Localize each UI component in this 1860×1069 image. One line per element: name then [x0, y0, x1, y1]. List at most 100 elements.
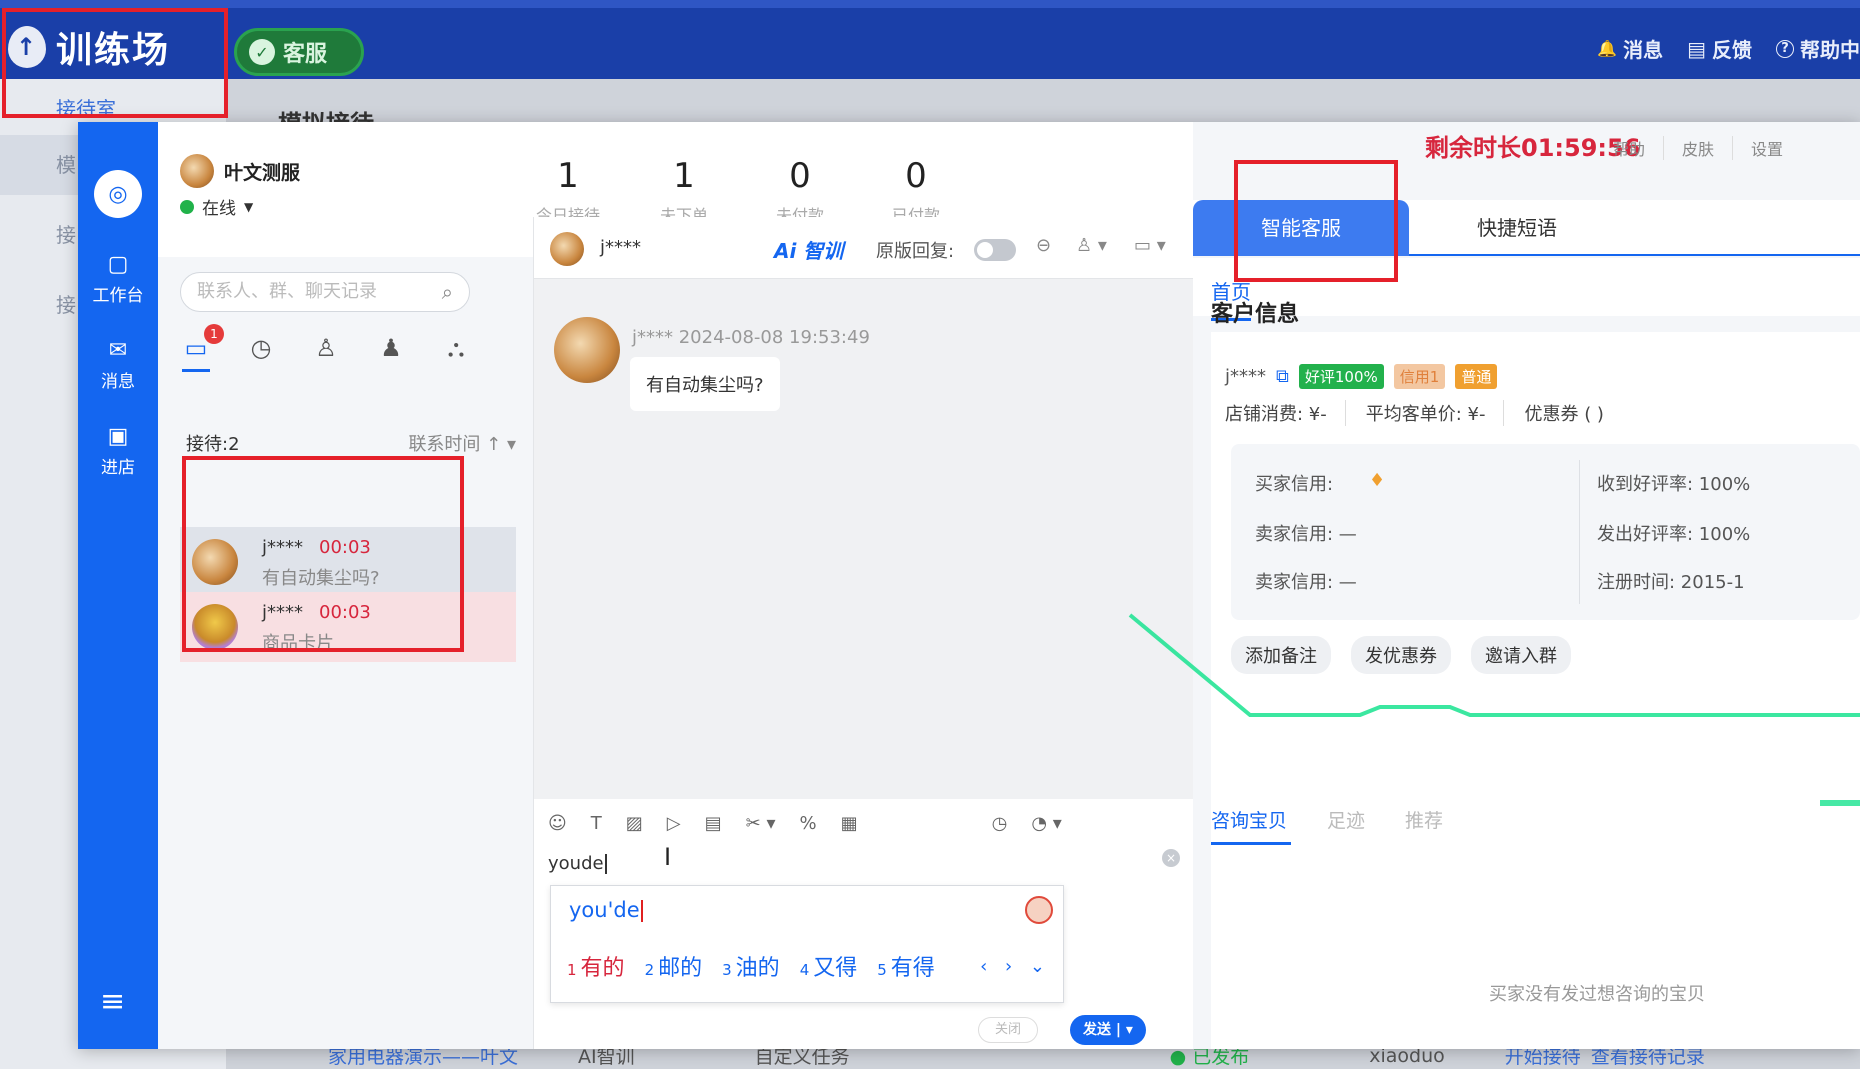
reception-count: 接待:2 — [186, 434, 240, 455]
stat-unpaid: 0 未付款 — [742, 156, 858, 226]
received-rate: 收到好评率: 100% — [1597, 474, 1751, 495]
help-link[interactable]: 帮助 — [1613, 136, 1665, 160]
video-play-icon[interactable]: ▷ — [667, 813, 681, 834]
avatar[interactable] — [180, 154, 214, 188]
rating-tag: 好评100% — [1298, 364, 1384, 389]
rail-item-label: 工作台 — [92, 286, 144, 306]
status-select[interactable]: 在线 ▼ — [180, 194, 253, 219]
ime-page-nav[interactable]: ‹ › ⌄ — [980, 956, 1051, 977]
tab-footprints[interactable]: 足迹 — [1327, 806, 1365, 833]
composer: ☺ T ▨ ▷ ▤ ✂ ▾ % ▦ ◷ ◔ ▾ youde I × you'de… — [534, 799, 1194, 1049]
rail-item-workbench[interactable]: ▢ 工作台 — [78, 252, 158, 306]
top-link-feedback[interactable]: ▤ 反馈 — [1687, 34, 1752, 63]
ime-candidate[interactable]: 1 有的 — [567, 950, 625, 982]
ime-candidate[interactable]: 5 有得 — [877, 950, 935, 982]
contact-name: j**** — [262, 602, 304, 623]
search-placeholder: 联系人、群、聊天记录 — [197, 281, 377, 302]
percent-icon[interactable]: % — [799, 813, 816, 834]
search-input[interactable]: 联系人、群、聊天记录 ⌕ — [180, 272, 470, 312]
rail-item-store[interactable]: ▣ 进店 — [78, 424, 158, 478]
rail-item-messages[interactable]: ✉ 消息 — [78, 338, 158, 392]
message-preview: 商品卡片 — [262, 633, 334, 654]
ai-training-label[interactable]: Ai 智训 — [774, 235, 843, 264]
level-tag: 普通 — [1455, 364, 1498, 389]
stat-value: 1 — [557, 156, 579, 196]
copy-icon[interactable]: ⧉ — [1276, 366, 1289, 387]
chat-contact-name: j**** — [600, 237, 642, 258]
tab-history-icon[interactable]: ◷ — [245, 334, 277, 362]
ime-candidate[interactable]: 3 油的 — [722, 950, 780, 982]
tab-recommend[interactable]: 推荐 — [1405, 806, 1443, 833]
tab-org-icon[interactable]: ⛬ — [440, 334, 472, 362]
store-icon: ▣ — [107, 424, 129, 449]
tab-chats-icon[interactable]: ▭ 1 — [180, 324, 224, 372]
text-format-icon[interactable]: T — [591, 813, 602, 834]
add-note-button[interactable]: 添加备注 — [1231, 636, 1331, 674]
history-icon[interactable]: ◷ — [992, 813, 1008, 834]
image-icon[interactable]: ▨ — [626, 813, 643, 834]
list-item[interactable]: j**** 00:03 商品卡片 — [180, 592, 516, 662]
top-bar: ↑ 训练场 ✓ 客服 🔔 消息 ▤ 反馈 ? 帮助中 — [0, 0, 1860, 79]
left-rail: ◎ ▢ 工作台 ✉ 消息 ▣ 进店 ≡ — [78, 122, 158, 1049]
emoji-icon[interactable]: ☺ — [548, 813, 567, 834]
chat-header: j**** Ai 智训 原版回复: ⊖ ♙ ▾ ▭ ▾ — [534, 217, 1194, 279]
folder-icon[interactable]: ▤ — [705, 813, 722, 834]
buyer-credit: 买家信用: — [1255, 474, 1334, 495]
tab-groups-icon[interactable]: ♟ — [375, 334, 407, 362]
coupons: 优惠券 ( ) — [1524, 404, 1604, 425]
invite-group-button[interactable]: 邀请入群 — [1471, 636, 1571, 674]
wait-time: 00:03 — [319, 537, 371, 558]
reception-header: 接待:2 联系时间 ↑ ▾ — [186, 430, 516, 456]
check-icon: ✓ — [249, 39, 275, 65]
tab-smart-service[interactable]: 智能客服 — [1193, 200, 1409, 256]
top-link-messages[interactable]: 🔔 消息 — [1597, 34, 1663, 63]
ime-candidate[interactable]: 4 又得 — [800, 950, 858, 982]
top-link-help[interactable]: ? 帮助中 — [1776, 34, 1860, 63]
customer-line: j**** ⧉ 好评100% 信用1 普通 — [1225, 364, 1498, 389]
tab-quick-phrases[interactable]: 快捷短语 — [1409, 200, 1625, 256]
calculator-icon[interactable]: ▦ — [841, 813, 858, 834]
message-input[interactable]: youde — [548, 853, 607, 874]
send-coupon-button[interactable]: 发优惠券 — [1351, 636, 1451, 674]
message-bubble: 有自动集尘吗? — [630, 357, 780, 411]
sort-label: 联系时间 — [408, 434, 481, 455]
search-icon[interactable]: ⌕ — [442, 273, 453, 311]
ime-mascot-icon[interactable] — [1025, 896, 1053, 924]
top-links: 🔔 消息 ▤ 反馈 ? 帮助中 — [1597, 34, 1860, 63]
transfer-user-icon[interactable]: ♙ ▾ — [1076, 235, 1107, 256]
minus-circle-icon[interactable]: ⊖ — [1036, 235, 1051, 256]
spend-line: 店铺消费: ¥- 平均客单价: ¥- 优惠券 ( ) — [1225, 400, 1622, 426]
role-badge[interactable]: ✓ 客服 — [234, 28, 364, 76]
ime-candidates: 1 有的 2 邮的 3 油的 4 又得 5 有得 — [567, 950, 935, 982]
status-label: 在线 — [202, 199, 236, 219]
orig-reply-toggle[interactable] — [974, 239, 1016, 261]
menu-icon[interactable]: ≡ — [100, 984, 125, 1019]
clock-icon[interactable]: ◔ ▾ — [1031, 813, 1061, 834]
list-item[interactable]: j**** 00:03 有自动集尘吗? — [180, 527, 516, 597]
tab-consult-items[interactable]: 咨询宝贝 — [1211, 806, 1292, 845]
avatar — [192, 539, 238, 585]
avatar[interactable] — [550, 232, 584, 266]
scissors-icon[interactable]: ✂ ▾ — [746, 813, 776, 834]
avatar — [554, 317, 620, 383]
brand[interactable]: ↑ 训练场 — [8, 22, 170, 72]
register-time: 注册时间: 2015-1 — [1597, 572, 1745, 593]
feedback-icon: ▤ — [1687, 36, 1706, 61]
rail-item-label: 消息 — [101, 372, 135, 392]
composer-toolbar: ☺ T ▨ ▷ ▤ ✂ ▾ % ▦ ◷ ◔ ▾ — [548, 813, 1062, 834]
tab-contacts-icon[interactable]: ♙ — [310, 334, 342, 362]
candidate-index: 2 — [644, 961, 655, 979]
send-button[interactable]: 发送 | ▾ — [1070, 1015, 1146, 1045]
clear-icon[interactable]: × — [1162, 849, 1180, 867]
settings-link[interactable]: 设置 — [1751, 136, 1801, 160]
assistant-panel: 剩余时长01:59:56 帮助 皮肤 设置 智能客服 快捷短语 首页 客户信息 … — [1193, 122, 1860, 1049]
video-icon[interactable]: ▭ ▾ — [1134, 235, 1166, 256]
sent-rate: 发出好评率: 100% — [1597, 524, 1751, 545]
skin-link[interactable]: 皮肤 — [1682, 136, 1734, 160]
ime-candidate[interactable]: 2 邮的 — [645, 950, 703, 982]
help-icon: ? — [1776, 39, 1794, 58]
close-button[interactable]: 关闭 — [978, 1017, 1038, 1043]
credit-card: 买家信用: ♦ 卖家信用: — 卖家信用: — 收到好评率: 100% 发出好评… — [1231, 444, 1860, 620]
chat-logo-icon[interactable]: ◎ — [94, 170, 142, 218]
sort-select[interactable]: 联系时间 ↑ ▾ — [408, 430, 516, 456]
